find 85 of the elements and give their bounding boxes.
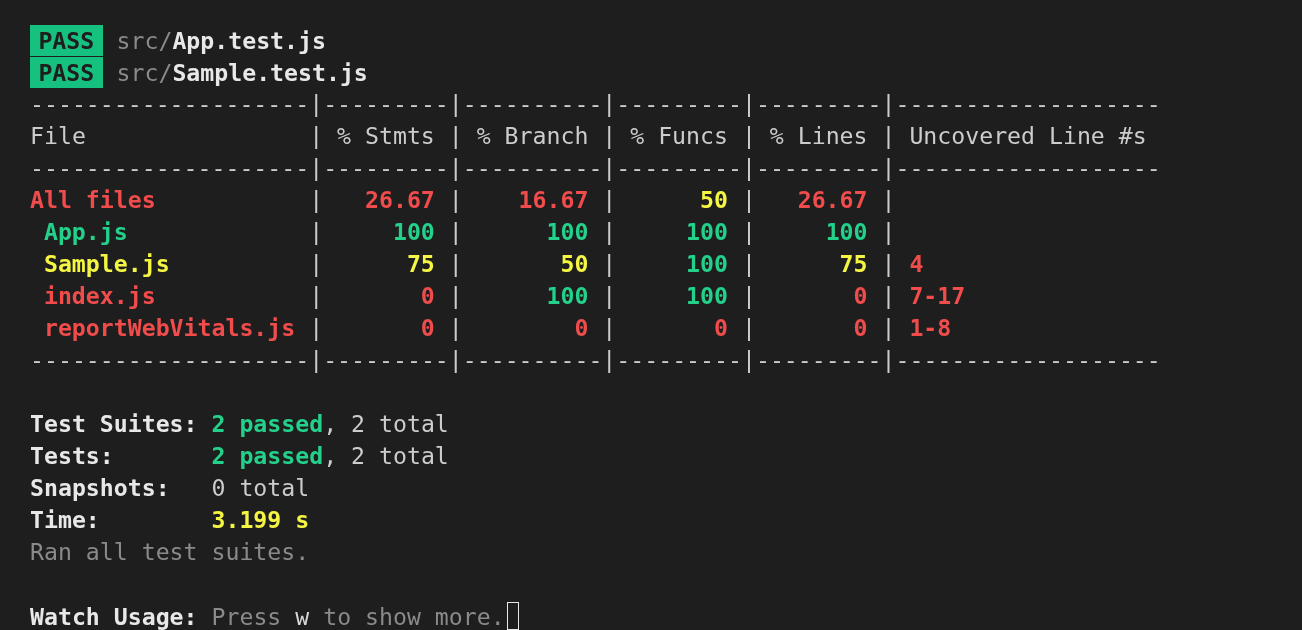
column-separator: |	[309, 281, 324, 311]
coverage-value: 0	[420, 281, 435, 311]
text-cursor	[506, 602, 519, 630]
column-separator: |	[602, 121, 617, 151]
column-separator: |	[741, 121, 756, 151]
summary-label: Time:	[30, 505, 101, 535]
uncovered-lines: 1-8	[909, 313, 952, 343]
summary-label: Tests:	[30, 441, 115, 471]
coverage-value: 75	[839, 249, 868, 279]
column-header: Uncovered Line #s	[909, 121, 1147, 151]
coverage-value: 16.67	[518, 185, 589, 215]
watch-usage-hint: Press w to show more.	[211, 602, 505, 630]
column-separator: |	[881, 281, 896, 311]
elapsed-time: 3.199 s	[211, 505, 310, 535]
column-separator: |	[602, 313, 617, 343]
column-separator: |	[309, 121, 324, 151]
file-name: Sample.js	[43, 249, 170, 279]
coverage-value: 100	[546, 217, 589, 247]
column-separator: |	[881, 121, 896, 151]
status-message: Ran all test suites.	[30, 537, 311, 567]
passed-count: 2 passed	[211, 409, 324, 439]
coverage-value: 75	[406, 249, 435, 279]
coverage-value: 0	[853, 313, 868, 343]
coverage-value: 100	[825, 217, 868, 247]
coverage-value: 100	[392, 217, 435, 247]
column-separator: |	[741, 281, 756, 311]
coverage-value: 0	[713, 313, 728, 343]
pass-badge: PASS	[30, 24, 103, 56]
column-separator: |	[602, 185, 617, 215]
column-separator: |	[448, 313, 463, 343]
coverage-value: 100	[686, 217, 728, 247]
column-separator: |	[741, 313, 756, 343]
column-separator: |	[881, 313, 896, 343]
column-header: % Lines	[769, 121, 868, 151]
column-separator: |	[741, 185, 756, 215]
column-separator: |	[881, 249, 896, 279]
coverage-value: 0	[853, 281, 868, 311]
passed-count: 2 passed	[211, 441, 324, 471]
column-header: % Funcs	[630, 121, 728, 151]
column-separator: |	[448, 217, 463, 247]
column-separator: |	[881, 185, 896, 215]
column-header: File	[30, 121, 86, 151]
column-separator: |	[602, 249, 617, 279]
column-separator: |	[602, 217, 617, 247]
total-count: , 2 total	[323, 441, 449, 471]
column-separator: |	[448, 185, 463, 215]
column-separator: |	[309, 217, 324, 247]
uncovered-lines: 7-17	[909, 281, 966, 311]
table-rule: --------------------|---------|----------|---------|---------|-------------------	[30, 89, 1162, 119]
coverage-value: 50	[560, 249, 589, 279]
test-file-path: src/App.test.js	[116, 26, 326, 54]
pass-badge: PASS	[30, 56, 103, 88]
column-separator: |	[309, 249, 324, 279]
summary-label: Test Suites:	[30, 409, 199, 439]
total-count: , 2 total	[323, 409, 449, 439]
column-separator: |	[448, 249, 463, 279]
column-separator: |	[741, 217, 756, 247]
coverage-value: 50	[700, 185, 728, 215]
column-separator: |	[309, 313, 324, 343]
column-separator: |	[881, 217, 896, 247]
summary-label: Snapshots:	[30, 473, 171, 503]
table-rule: --------------------|---------|----------|---------|---------|-------------------	[30, 345, 1162, 375]
file-name: index.js	[43, 281, 156, 311]
file-name: reportWebVitals.js	[43, 313, 296, 343]
watch-usage-label: Watch Usage:	[30, 602, 198, 630]
uncovered-lines: 4	[909, 249, 924, 279]
table-rule: --------------------|---------|----------|---------|---------|-------------------	[30, 153, 1162, 183]
test-file-path: src/Sample.test.js	[116, 58, 368, 86]
column-separator: |	[448, 281, 463, 311]
column-separator: |	[741, 249, 756, 279]
coverage-value: 100	[546, 281, 589, 311]
total-count: 0 total	[211, 473, 310, 503]
column-separator: |	[309, 185, 324, 215]
coverage-value: 0	[574, 313, 589, 343]
coverage-value: 26.67	[365, 185, 435, 215]
coverage-value: 0	[420, 313, 435, 343]
file-name: App.js	[43, 217, 128, 247]
column-header: % Branch	[476, 121, 589, 151]
file-name: All files	[30, 185, 156, 215]
coverage-value: 100	[686, 249, 728, 279]
column-separator: |	[602, 281, 617, 311]
coverage-value: 100	[686, 281, 728, 311]
column-header: % Stmts	[337, 121, 435, 151]
column-separator: |	[448, 121, 463, 151]
coverage-value: 26.67	[797, 185, 868, 215]
